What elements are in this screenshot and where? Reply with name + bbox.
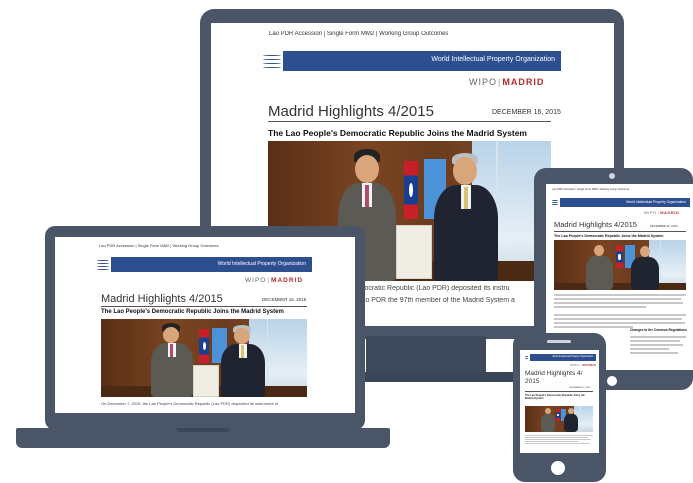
brand-madrid: MADRID [271,277,304,284]
signing-photo [554,240,686,290]
divider [268,121,551,122]
signed-document [193,365,219,397]
org-name: World Intellectual Property Organization [552,355,593,358]
divider [525,391,593,392]
article-headline[interactable]: The Lao People's Democratic Republic Joi… [525,394,593,400]
wipo-logo-icon [95,257,111,272]
org-name: World Intellectual Property Organization [431,56,555,63]
org-banner: World Intellectual Property Organization [550,198,690,207]
phone-home-button[interactable] [551,461,565,475]
brand-wipo: WIPO [570,363,580,367]
page-title: Madrid Highlights 4/2015 [268,103,434,120]
article-text-line1: e's Democratic Republic (Lao PDR) deposi… [339,285,510,292]
monitor-stand [366,336,486,376]
wipo-logo-icon [523,354,530,361]
brand-separator: | [657,210,660,215]
article-text-line2: aking Lao PDR the 97th member of the Mad… [339,297,515,304]
article-headline[interactable]: The Lao People's Democratic Republic Joi… [554,234,664,238]
article-text [525,435,593,445]
article-headline[interactable]: The Lao People's Democratic Republic Joi… [101,309,284,315]
brand-wipo: WIPO [644,210,657,215]
wipo-madrid-brand: WIPO|MADRID [469,77,544,87]
org-banner: World Intellectual Property Organization [261,51,561,71]
page-title: Madrid Highlights 4/2015 [554,220,637,229]
wipo-logo-icon [550,198,560,207]
section-heading: Changes to the Common Regulations [630,328,687,332]
phone-screen: World Intellectual Property Organization… [520,350,599,453]
issue-date: DECEMBER 16, 2015 [569,387,591,389]
signing-photo [101,319,307,397]
lao-flag-icon [199,329,209,363]
wipo-logo-icon [261,51,283,71]
wipo-madrid-brand: WIPO|MADRID [245,277,303,284]
org-banner: World Intellectual Property Organization [523,354,596,361]
page-title-line1: Madrid Highlights 4/ [525,370,583,377]
page-title: Madrid Highlights 4/2015 [101,293,223,305]
org-banner: World Intellectual Property Organization [95,257,312,272]
issue-date: DECEMBER 16, 2015 [650,224,678,228]
issue-date: DECEMBER 16, 2015 [492,109,561,116]
article-text [554,294,686,330]
topbar-links[interactable]: Lao PDR Accession | Single Form MM2 | Wo… [99,243,219,248]
laptop-screen: Lao PDR Accession | Single Form MM2 | Wo… [55,237,355,413]
tablet-home-button[interactable] [607,376,617,386]
wipo-madrid-brand: WIPO|MADRID [644,210,679,215]
person-left [586,243,613,290]
brand-madrid: MADRID [502,77,545,87]
person-right [631,244,659,290]
wipo-madrid-brand: WIPO|MADRID [570,363,596,367]
person-left [541,408,555,432]
signed-document [396,225,432,279]
person-right [564,408,578,432]
signing-photo [525,406,593,432]
tablet-camera [609,173,615,179]
brand-separator: | [267,277,271,284]
phone-speaker [547,340,571,343]
section-text [630,336,686,356]
issue-date: DECEMBER 16, 2015 [262,297,307,302]
brand-madrid: MADRID [660,210,680,215]
laptop-base-notch [176,428,230,432]
lao-flag-icon [616,246,623,268]
topbar-links[interactable]: Lao PDR Accession | Single Form MM2 | Wo… [552,188,682,191]
person-right [221,325,265,397]
brand-wipo: WIPO [469,77,497,87]
article-text-line1: On December 7, 2015, the Lao People's De… [101,401,279,406]
lao-flag-icon [556,409,560,421]
topbar-links[interactable]: Lao PDR Accession | Single Form MM2 | Wo… [269,31,448,37]
org-name: World Intellectual Property Organization [626,200,686,204]
brand-separator: | [498,77,502,87]
divider [101,306,307,307]
org-name: World Intellectual Property Organization [217,261,306,267]
lao-flag-icon [404,161,418,219]
divider [554,231,686,232]
page-title-line2: 2015 [525,378,540,385]
article-headline[interactable]: The Lao People's Democratic Republic Joi… [268,128,527,138]
person-left [151,323,193,397]
brand-madrid: MADRID [582,363,597,367]
brand-wipo: WIPO [245,277,267,284]
person-right [434,153,498,281]
